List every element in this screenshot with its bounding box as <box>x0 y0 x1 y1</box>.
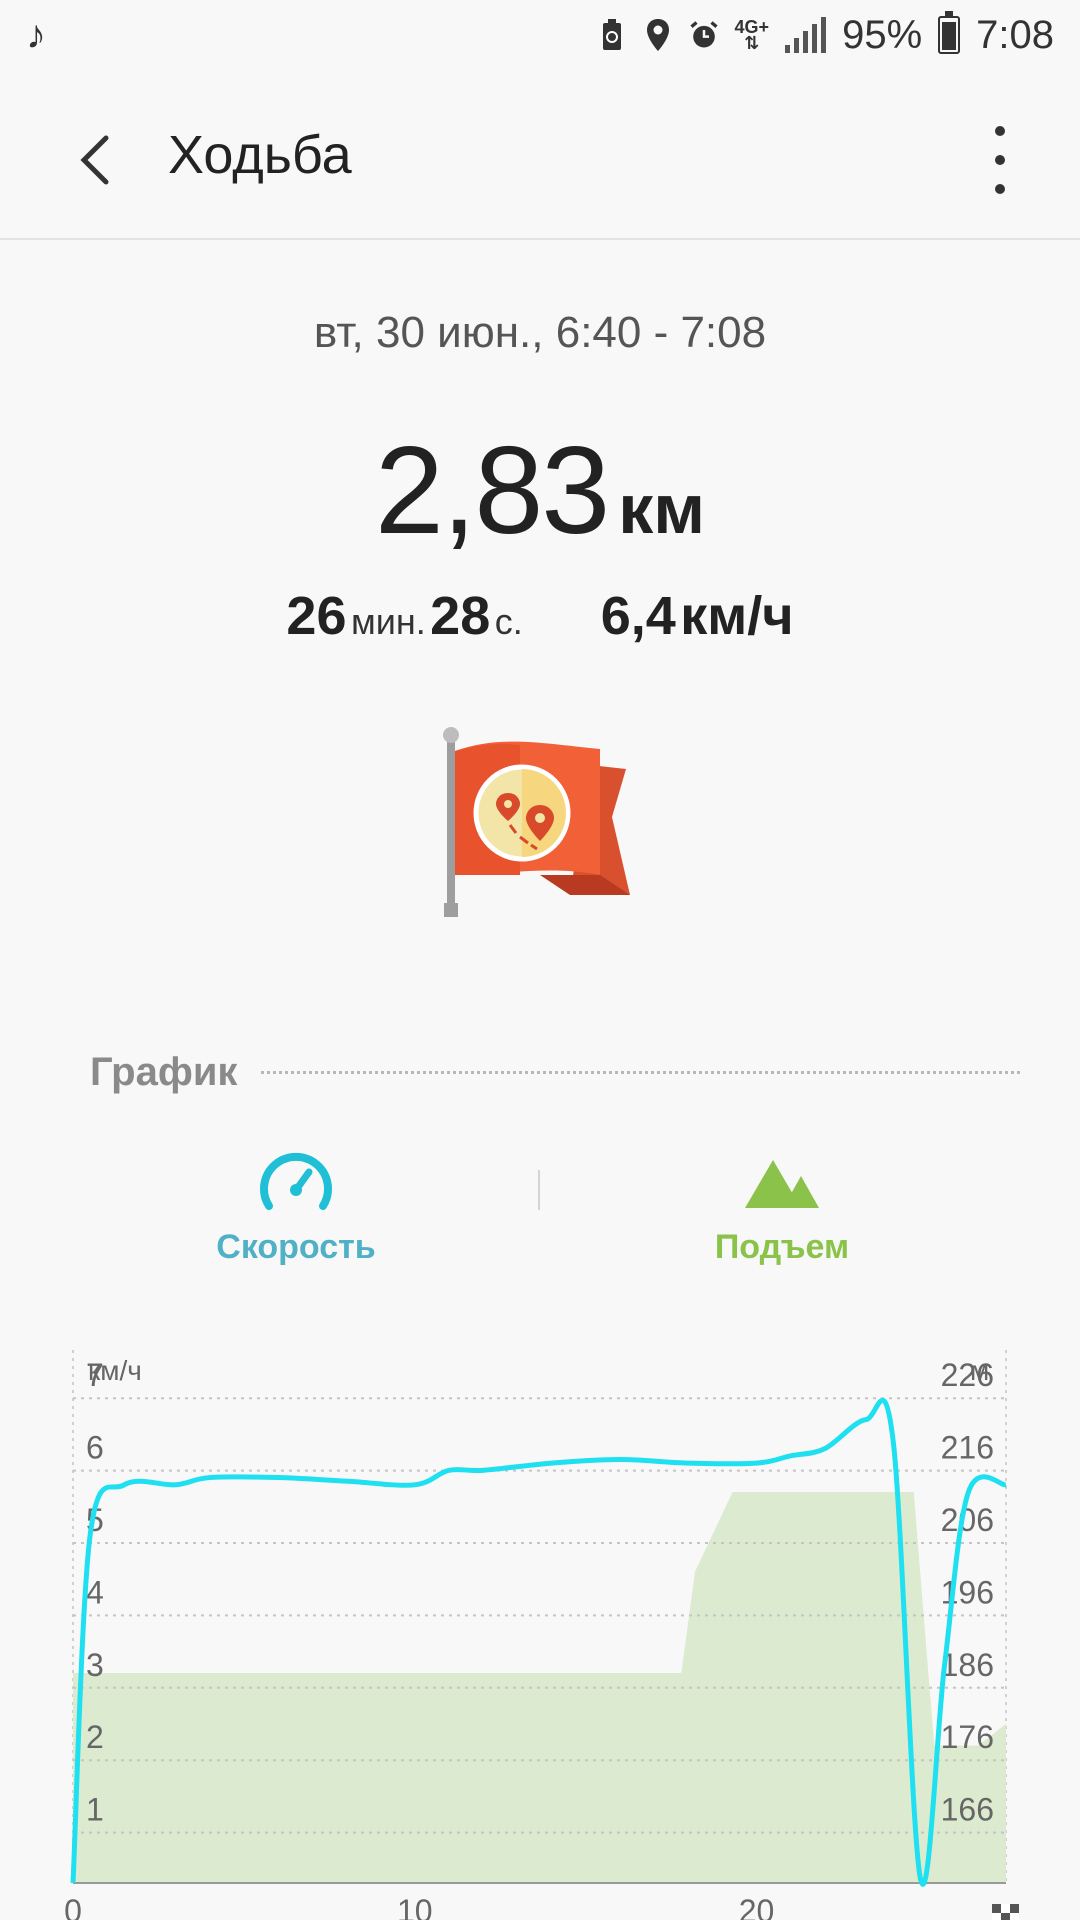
tab-elevation-label: Подъем <box>714 1228 850 1266</box>
speedometer-icon <box>260 1152 332 1210</box>
right-tick-label: 176 <box>941 1719 994 1755</box>
clock: 7:08 <box>976 12 1054 57</box>
app-bar: Ходьба <box>0 80 1080 240</box>
right-tick-label: 216 <box>941 1430 994 1466</box>
tab-speed-label: Скорость <box>216 1228 376 1266</box>
back-button[interactable] <box>66 130 126 190</box>
tab-elevation[interactable]: Подъем <box>632 1150 932 1280</box>
left-tick-label: 6 <box>86 1430 104 1466</box>
x-tick-label: 20 <box>739 1893 775 1920</box>
battery-saver-icon <box>597 15 627 55</box>
music-note-icon: ♪ <box>26 12 46 57</box>
distance-unit: км <box>618 470 706 548</box>
left-tick-label: 7 <box>86 1357 104 1393</box>
network-type: 4G+ ⇅ <box>734 17 770 53</box>
duration: 26 мин. 28 с. <box>286 585 522 647</box>
x-tick-label: 10 <box>397 1893 433 1920</box>
distance-value: 2,83 <box>374 422 610 560</box>
right-tick-label: 196 <box>941 1574 994 1610</box>
battery-icon <box>938 11 961 54</box>
speed-value: 6,4 <box>600 586 676 646</box>
finish-flag-icon <box>992 1904 1019 1920</box>
left-tick-label: 3 <box>86 1647 104 1683</box>
left-tick-label: 1 <box>86 1792 104 1828</box>
avg-speed: 6,4 км/ч <box>601 585 794 647</box>
right-tick-label: 226 <box>941 1357 994 1393</box>
duration-sec-value: 28 <box>430 586 491 646</box>
more-vert-icon <box>995 126 1005 136</box>
mountain-icon <box>745 1160 819 1208</box>
right-tick-label: 166 <box>941 1792 994 1828</box>
page-title: Ходьба <box>168 125 352 185</box>
sub-stats: 26 мин. 28 с. 6,4 км/ч <box>0 585 1080 647</box>
tab-speed[interactable]: Скорость <box>146 1150 446 1280</box>
right-tick-label: 206 <box>941 1502 994 1538</box>
left-tick-label: 2 <box>86 1719 104 1755</box>
duration-min-value: 26 <box>286 586 347 646</box>
location-icon <box>643 15 673 55</box>
dotted-divider <box>261 1070 1020 1074</box>
status-icons: 4G+ ⇅ 95% 7:08 <box>597 11 1054 58</box>
distance-total: 2,83 км <box>0 420 1080 562</box>
more-options-button[interactable] <box>970 126 1030 194</box>
duration-min-unit: мин. <box>350 601 426 642</box>
speed-unit: км/ч <box>680 586 794 646</box>
graph-section-title: График <box>90 1049 238 1094</box>
chevron-left-icon <box>80 135 109 185</box>
alarm-icon <box>689 15 719 55</box>
tab-divider <box>538 1170 540 1210</box>
speed-elevation-chart[interactable]: 7 2266 2165 2064 1963 1862 1761 1660 10 20 <box>0 1340 1080 1920</box>
status-bar: ♪ 4G+ ⇅ 95% 7:08 <box>0 0 1080 70</box>
graph-section-header: График <box>90 1047 1020 1097</box>
route-flag-icon <box>443 727 630 917</box>
workout-date-range: вт, 30 июн., 6:40 - 7:08 <box>313 308 767 357</box>
duration-sec-unit: с. <box>494 601 523 642</box>
x-tick-label: 0 <box>64 1893 82 1920</box>
battery-percent: 95% <box>842 12 923 57</box>
right-tick-label: 186 <box>941 1647 994 1683</box>
signal-icon <box>785 17 827 53</box>
